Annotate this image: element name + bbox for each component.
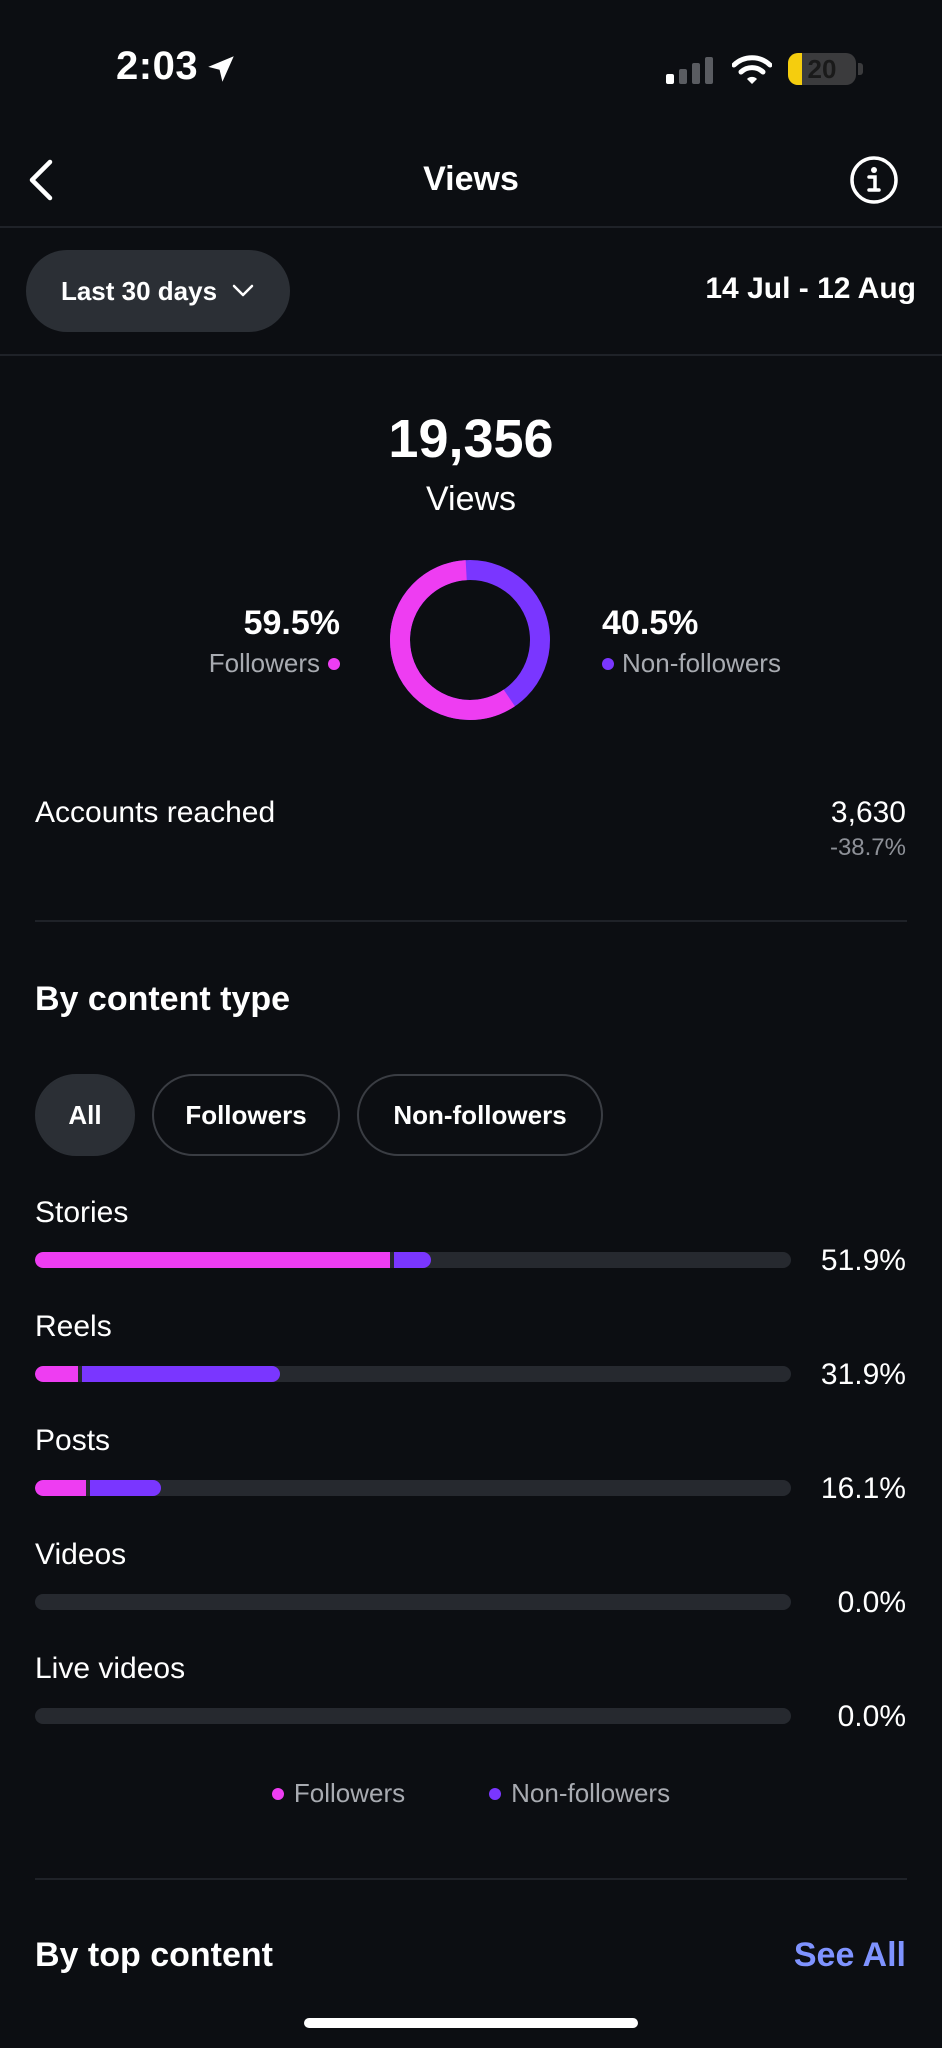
followers-legend: Followers: [209, 648, 340, 679]
content-row-label: Videos: [35, 1538, 127, 1571]
content-row-track: [35, 1708, 791, 1724]
reach-divider: [35, 920, 907, 922]
followers-segment: [35, 1366, 79, 1382]
content-row-percent: 31.9%: [820, 1358, 906, 1391]
nonfollowers-dot-icon: [489, 1787, 502, 1800]
content-row-label: Reels: [35, 1310, 112, 1343]
content-type-title: By content type: [35, 980, 291, 1018]
wifi-icon: [732, 55, 772, 84]
legend-followers-label: Followers: [293, 1778, 406, 1808]
location-arrow-icon: [208, 56, 234, 82]
status-bar: 2:03 20: [0, 0, 942, 136]
content-row-track: [35, 1594, 791, 1610]
legend-nonfollowers-label: Non-followers: [511, 1778, 671, 1808]
followers-percent: 59.5%: [243, 604, 340, 642]
legend-followers: Followers: [271, 1778, 406, 1809]
content-row-percent: 0.0%: [837, 1700, 906, 1733]
nonfollowers-dot-icon: [602, 657, 614, 670]
followers-label: Followers: [208, 648, 320, 678]
filter-chip-all[interactable]: All: [35, 1074, 135, 1156]
cellular-signal-icon: [666, 57, 713, 84]
top-content-title: By top content: [35, 1936, 273, 1974]
content-type-legend: Followers Non-followers: [0, 1778, 942, 1809]
content-row-label: Stories: [35, 1196, 129, 1229]
content-row-track: [35, 1366, 791, 1382]
battery-icon: 20: [788, 53, 856, 85]
battery-tip: [858, 63, 863, 75]
followers-segment: [35, 1480, 87, 1496]
filter-chip-nonfollowers[interactable]: Non-followers: [357, 1074, 603, 1156]
nonfollowers-label: Non-followers: [622, 648, 781, 678]
date-range-text: 14 Jul - 12 Aug: [705, 272, 916, 305]
range-divider: [0, 354, 942, 356]
nonfollowers-segment: [394, 1252, 432, 1268]
accounts-reached-value: 3,630: [830, 796, 906, 829]
followers-donut-chart: [390, 560, 550, 720]
date-range-label: Last 30 days: [60, 275, 218, 306]
accounts-reached-change: -38.7%: [829, 834, 906, 861]
total-views-value: 19,356: [388, 409, 554, 469]
content-row-label: Posts: [35, 1424, 111, 1457]
status-time: 2:03: [116, 44, 199, 88]
nonfollowers-percent: 40.5%: [602, 604, 699, 642]
content-row-label: Live videos: [35, 1652, 186, 1685]
content-type-divider: [35, 1878, 907, 1880]
content-row-percent: 16.1%: [820, 1472, 906, 1505]
total-views-label: Views: [425, 480, 517, 518]
info-icon[interactable]: [848, 154, 900, 206]
battery-percent: 20: [807, 54, 837, 84]
content-row-track: [35, 1252, 791, 1268]
content-row-percent: 51.9%: [820, 1244, 906, 1277]
see-all-link[interactable]: See All: [794, 1936, 906, 1975]
legend-nonfollowers: Non-followers: [489, 1778, 670, 1809]
header-divider: [0, 226, 942, 228]
followers-segment: [35, 1252, 391, 1268]
chevron-down-icon: [232, 284, 254, 297]
followers-dot-icon: [271, 1787, 284, 1800]
nonfollowers-legend: Non-followers: [602, 648, 781, 679]
page-title: Views: [423, 160, 519, 198]
nonfollowers-segment: [90, 1480, 161, 1496]
nonfollowers-segment: [82, 1366, 281, 1382]
content-row-track: [35, 1480, 791, 1496]
content-row-percent: 0.0%: [837, 1586, 906, 1619]
home-indicator[interactable]: [304, 2018, 638, 2028]
accounts-reached-label: Accounts reached: [35, 796, 276, 829]
followers-dot-icon: [328, 657, 340, 670]
date-range-dropdown[interactable]: Last 30 days: [26, 250, 290, 332]
filter-chip-followers[interactable]: Followers: [152, 1074, 340, 1156]
